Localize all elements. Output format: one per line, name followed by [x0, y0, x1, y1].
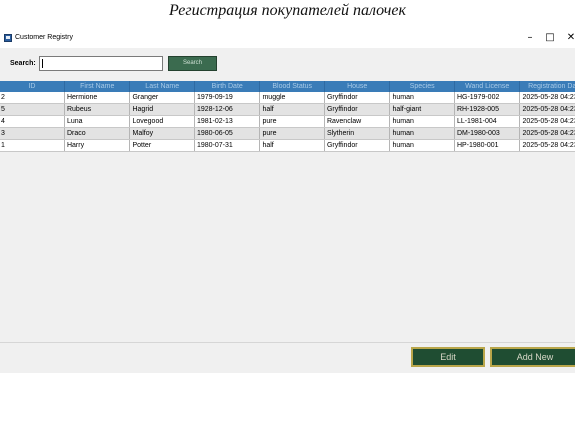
divider: [0, 342, 575, 343]
table-row[interactable]: 5 Rubeus Hagrid 1928-12-06 half Gryffindor hal…: [0, 103, 575, 116]
table-cell[interactable]: 1928-12-06: [194, 103, 261, 116]
edit-button[interactable]: Edit: [411, 347, 485, 367]
add-new-button[interactable]: Add New: [490, 347, 575, 367]
table-cell[interactable]: Gryffindor: [324, 103, 391, 116]
table-cell[interactable]: human: [389, 139, 455, 152]
table-cell[interactable]: Malfoy: [129, 127, 195, 140]
table-row[interactable]: 3 Draco Malfoy 1980-06-05 pure Slytherin human…: [0, 127, 575, 140]
table-cell[interactable]: pure: [259, 115, 325, 128]
table-cell[interactable]: Granger: [129, 92, 195, 104]
table-cell[interactable]: human: [389, 92, 455, 104]
table-cell[interactable]: Draco: [64, 127, 131, 140]
table-cell[interactable]: Harry: [64, 139, 131, 152]
table-cell[interactable]: half: [259, 139, 325, 152]
table-cell[interactable]: muggle: [259, 92, 325, 104]
table-cell[interactable]: Lovegood: [129, 115, 195, 128]
page-caption: Регистрация покупателей палочек: [169, 2, 406, 19]
table-row[interactable]: 1 Harry Potter 1980-07-31 half Gryffindor huma…: [0, 139, 575, 152]
window-title: Customer Registry: [15, 34, 73, 41]
table-cell[interactable]: 1980-06-05: [194, 127, 261, 140]
customer-table: ID First Name Last Name Birth Date Blood Sta…: [0, 81, 575, 343]
app-icon: [4, 34, 12, 42]
table-cell[interactable]: half: [259, 103, 325, 116]
table-cell[interactable]: Hermione: [64, 92, 131, 104]
table-cell[interactable]: Slytherin: [324, 127, 391, 140]
table-cell[interactable]: 1981-02-13: [194, 115, 261, 128]
table-cell[interactable]: 2025-05-28 04:23: [519, 115, 575, 128]
table-cell[interactable]: Gryffindor: [324, 139, 391, 152]
table-cell[interactable]: Potter: [129, 139, 195, 152]
table-cell[interactable]: Hagrid: [129, 103, 195, 116]
table-cell[interactable]: 1980-07-31: [194, 139, 261, 152]
search-input[interactable]: [39, 56, 163, 71]
table-cell[interactable]: 1979-09-19: [194, 92, 261, 104]
column-header[interactable]: Last Name: [129, 81, 195, 92]
customer-registry-window: Customer Registry – □ ✕ Search: Search I…: [0, 28, 575, 373]
table-cell[interactable]: human: [389, 127, 455, 140]
table-cell[interactable]: 2025-05-28 04:23: [519, 92, 575, 104]
table-cell[interactable]: 1: [0, 139, 65, 152]
table-cell[interactable]: 2: [0, 92, 65, 104]
column-header[interactable]: Species: [389, 81, 455, 92]
close-icon[interactable]: ✕: [564, 31, 575, 45]
table-cell[interactable]: human: [389, 115, 455, 128]
table-row[interactable]: 2 Hermione Granger 1979-09-19 muggle Gryffind…: [0, 92, 575, 104]
table-cell[interactable]: RH-1928-005: [454, 103, 521, 116]
column-header[interactable]: ID: [0, 81, 65, 92]
table-row[interactable]: 4 Luna Lovegood 1981-02-13 pure Ravenclaw huma…: [0, 115, 575, 128]
table-cell[interactable]: 2025-05-28 04:23: [519, 127, 575, 140]
table-cell[interactable]: pure: [259, 127, 325, 140]
column-header[interactable]: Birth Date: [194, 81, 261, 92]
table-cell[interactable]: 4: [0, 115, 65, 128]
table-cell[interactable]: 2025-05-28 04:23: [519, 103, 575, 116]
search-label: Search:: [10, 60, 36, 67]
column-header[interactable]: First Name: [64, 81, 131, 92]
title-bar: Customer Registry – □ ✕: [0, 28, 575, 48]
table-cell[interactable]: LL-1981-004: [454, 115, 521, 128]
table-cell[interactable]: Rubeus: [64, 103, 131, 116]
table-cell[interactable]: 5: [0, 103, 65, 116]
table-cell[interactable]: half-giant: [389, 103, 455, 116]
table-cell[interactable]: Luna: [64, 115, 131, 128]
table-header-row: ID First Name Last Name Birth Date Blood Sta…: [0, 81, 575, 92]
table-cell[interactable]: 2025-05-28 04:23: [519, 139, 575, 152]
minimize-icon[interactable]: –: [523, 31, 537, 45]
column-header[interactable]: Registration Da: [519, 81, 575, 92]
table-cell[interactable]: Gryffindor: [324, 92, 391, 104]
column-header[interactable]: House: [324, 81, 391, 92]
search-button[interactable]: Search: [168, 56, 217, 71]
table-cell[interactable]: HG-1979-002: [454, 92, 521, 104]
table-cell[interactable]: HP-1980-001: [454, 139, 521, 152]
column-header[interactable]: Blood Status: [259, 81, 325, 92]
table-cell[interactable]: 3: [0, 127, 65, 140]
table-cell[interactable]: Ravenclaw: [324, 115, 391, 128]
table-cell[interactable]: DM-1980-003: [454, 127, 521, 140]
maximize-icon[interactable]: □: [543, 31, 557, 45]
column-header[interactable]: Wand License: [454, 81, 521, 92]
text-caret: [42, 59, 43, 68]
